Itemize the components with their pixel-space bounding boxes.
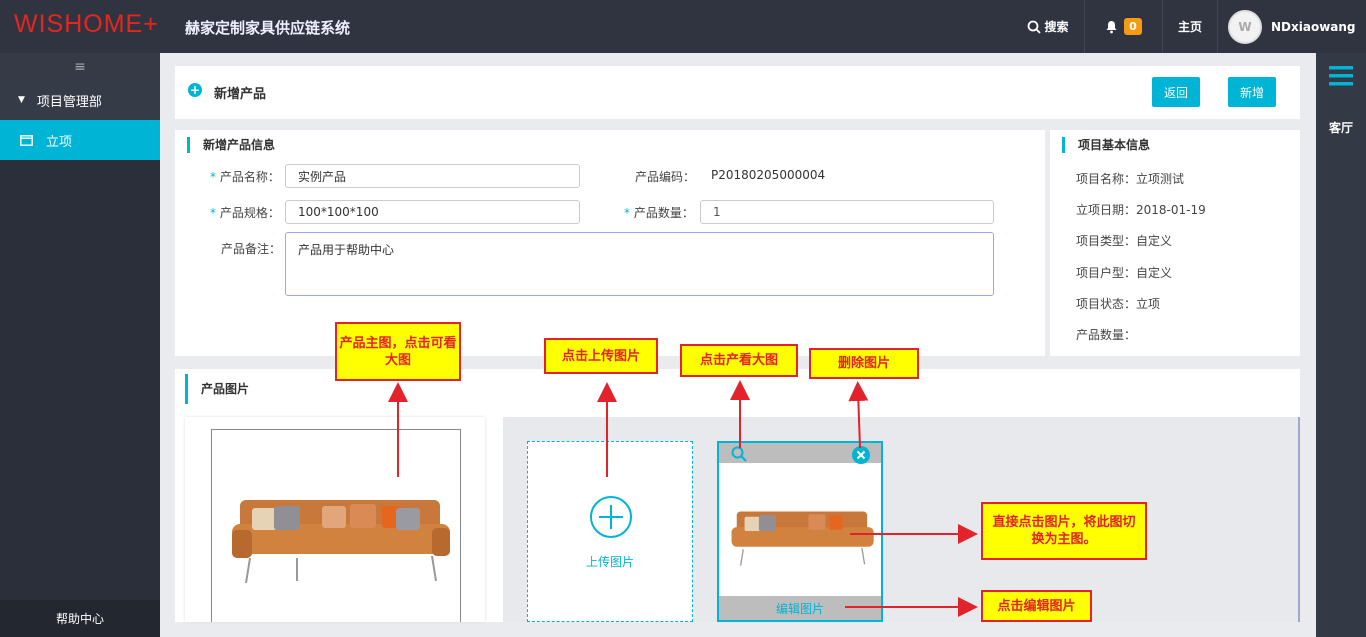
annotation-arrows	[388, 380, 978, 617]
callout-view: 点击产看大图	[680, 344, 798, 377]
callout-main-image: 产品主图，点击可看大图	[335, 322, 461, 381]
callout-upload: 点击上传图片	[544, 338, 658, 374]
callout-edit: 点击编辑图片	[981, 590, 1092, 622]
callout-switch-main: 直接点击图片，将此图切换为主图。	[981, 502, 1147, 560]
callout-delete: 删除图片	[809, 348, 919, 379]
